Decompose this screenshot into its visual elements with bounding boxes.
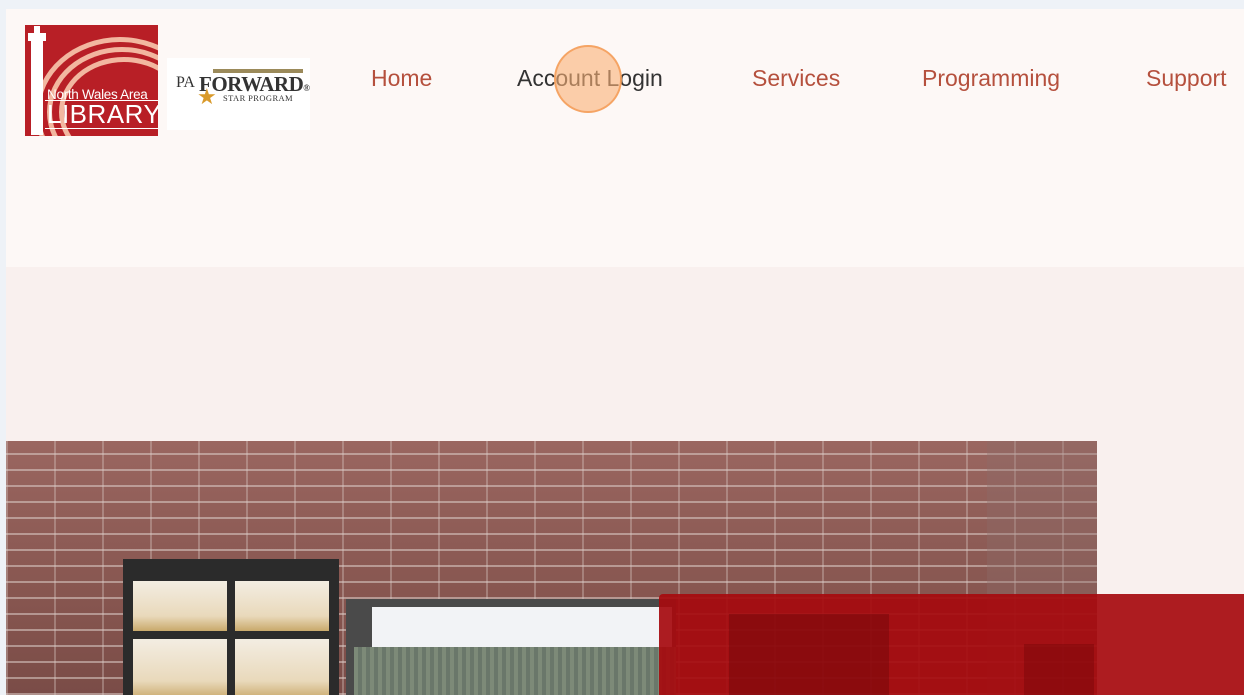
- star-icon: ★: [197, 84, 217, 109]
- panel-shade: [1024, 644, 1094, 695]
- page: North Wales Area LIBRARY PA FORWARD® ★ S…: [6, 9, 1244, 695]
- lighthouse-icon: [31, 39, 43, 135]
- panel-shade: [729, 614, 889, 695]
- canopy-glass: [372, 607, 672, 647]
- window-pane: [133, 639, 227, 695]
- site-header: North Wales Area LIBRARY PA FORWARD® ★ S…: [6, 9, 1244, 267]
- window-pane: [235, 639, 329, 695]
- nav-item-services[interactable]: Services: [752, 65, 840, 92]
- nav-item-support[interactable]: Support: [1146, 65, 1227, 92]
- nav-item-account-login[interactable]: Account Login: [517, 65, 663, 92]
- nav-item-programming[interactable]: Programming: [922, 65, 1060, 92]
- hero-red-panel: [659, 594, 1244, 695]
- window-pane: [133, 581, 227, 631]
- pa-forward-star-logo[interactable]: PA FORWARD® ★ STAR PROGRAM: [167, 58, 310, 130]
- canopy-roof: [354, 647, 676, 695]
- north-wales-area-library-logo[interactable]: North Wales Area LIBRARY: [25, 25, 158, 136]
- window-pane: [235, 581, 329, 631]
- logo-star-program-text: STAR PROGRAM: [223, 93, 294, 103]
- logo-pa-text: PA: [176, 74, 195, 91]
- nav-item-home[interactable]: Home: [371, 65, 432, 92]
- logo-library-text: LIBRARY: [45, 100, 158, 129]
- building-window: [123, 559, 339, 695]
